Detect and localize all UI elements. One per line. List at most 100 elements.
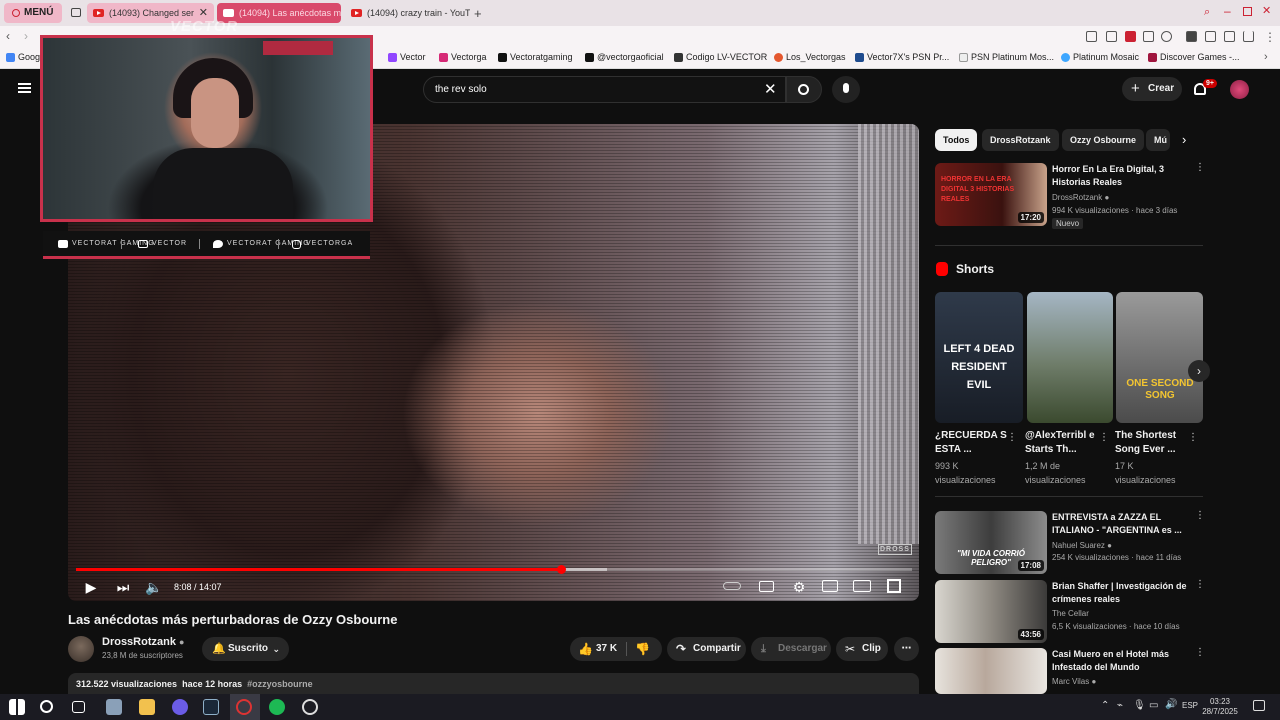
extension-icon[interactable] [1224, 31, 1235, 42]
related-title[interactable]: ENTREVISTA a ZAZZA EL ITALIANO - "ARGENT… [1052, 511, 1187, 537]
chips-next-icon[interactable]: › [1182, 132, 1186, 147]
play-icon[interactable] [1143, 31, 1154, 42]
account-avatar[interactable] [1230, 80, 1249, 99]
channel-avatar[interactable] [68, 636, 94, 662]
bookmark-los-vectorgas[interactable]: Los_Vectorgas [774, 52, 846, 62]
theater-mode-icon[interactable] [853, 580, 871, 592]
bookmark-vectorga[interactable]: Vectorga [439, 52, 487, 62]
more-options-icon[interactable]: ⋮ [1007, 433, 1017, 443]
settings-gear-icon[interactable]: ⚙ [790, 578, 808, 596]
progress-scrubber[interactable] [556, 565, 566, 574]
discord-icon[interactable] [172, 699, 188, 715]
bookmark-vectoratgaming[interactable]: Vectoratgaming [498, 52, 573, 62]
clear-search-icon[interactable]: ✕ [764, 80, 777, 98]
download-button[interactable]: ⤓ Descargar [751, 637, 831, 661]
search-button[interactable] [786, 76, 822, 103]
related-title[interactable]: Brian Shaffer | Investigación de crímene… [1052, 580, 1187, 606]
notification-center-icon[interactable] [1253, 700, 1265, 711]
shorts-next-button[interactable]: › [1188, 360, 1210, 382]
hashtag-link[interactable]: #ozzyosbourne [247, 679, 313, 689]
miniplayer-icon[interactable] [822, 580, 838, 592]
extension-icon[interactable] [1125, 31, 1136, 42]
related-thumbnail[interactable] [935, 648, 1047, 694]
obs-icon[interactable] [302, 699, 318, 715]
short-thumbnail[interactable] [1027, 292, 1113, 423]
forward-icon[interactable]: › [24, 29, 28, 43]
close-window-icon[interactable]: ✕ [1262, 4, 1271, 17]
language-indicator[interactable]: ESP [1182, 701, 1198, 710]
short-title[interactable]: The Shortest Song Ever ... [1115, 429, 1187, 457]
volume-icon[interactable]: 🔊 [1165, 699, 1177, 710]
chip-ozzy-osbourne[interactable]: Ozzy Osbourne [1062, 129, 1145, 151]
more-icon[interactable]: ⋮ [1264, 30, 1276, 44]
hamburger-menu-icon[interactable] [18, 83, 31, 93]
share-button[interactable]: ↷ Compartir [667, 637, 746, 661]
bookmark-codigo[interactable]: Codigo LV-VECTOR [674, 52, 767, 62]
workspaces-icon[interactable] [71, 8, 81, 17]
steam-icon[interactable] [203, 699, 219, 715]
bookmark-tiktok[interactable]: @vectorgaoficial [585, 52, 664, 62]
spotify-icon[interactable] [269, 699, 285, 715]
create-button[interactable]: + Crear [1122, 77, 1182, 101]
like-icon[interactable]: 👍 [578, 637, 593, 661]
more-options-icon[interactable]: ⋮ [1195, 648, 1205, 658]
search-tabs-icon[interactable]: ⌕ [1204, 6, 1210, 19]
short-title[interactable]: @AlexTerribl e Starts Th... [1025, 429, 1097, 457]
more-options-icon[interactable]: ⋮ [1195, 511, 1205, 521]
search-icon[interactable] [40, 700, 53, 713]
tab-crazy-train[interactable]: (14094) crazy train - YouT [345, 3, 470, 23]
more-options-icon[interactable]: ⋮ [1188, 433, 1198, 443]
extension-icon[interactable] [1186, 31, 1197, 42]
subtitles-icon[interactable] [759, 581, 774, 592]
more-options-icon[interactable]: ⋮ [1195, 163, 1205, 173]
fullscreen-icon[interactable] [887, 579, 901, 593]
system-clock[interactable]: 03:23 28/7/2025 [1200, 697, 1240, 717]
network-icon[interactable]: ▭ [1149, 700, 1158, 711]
channel-name[interactable]: DrossRotzank ● [102, 636, 184, 648]
download-icon[interactable] [1243, 31, 1254, 42]
back-icon[interactable]: ‹ [6, 29, 10, 43]
tray-chevron-icon[interactable]: ⌃ [1101, 700, 1109, 711]
bookmark-platinum-mosaic[interactable]: Platinum Mosaic [1061, 52, 1139, 62]
related-channel[interactable]: DrossRotzank ● [1052, 192, 1109, 204]
related-thumbnail[interactable]: "MI VIDA CORRIÓ PELIGRO" 17:08 [935, 511, 1047, 574]
autoplay-toggle[interactable] [723, 582, 741, 590]
search-input[interactable]: the rev solo ✕ [423, 76, 786, 103]
more-actions-button[interactable]: ⋯ [894, 637, 919, 661]
bookmark-psn-profile[interactable]: Vector7X's PSN Pr... [855, 52, 949, 62]
mic-icon[interactable]: 🎙 [1133, 700, 1146, 711]
volume-icon[interactable]: 🔈 [145, 578, 163, 596]
windows-start-icon[interactable] [9, 699, 25, 715]
dislike-icon[interactable]: 👎 [635, 637, 650, 661]
heart-icon[interactable] [1161, 31, 1172, 42]
like-count[interactable]: 37 K [596, 643, 617, 654]
bookmark-psn-platinum[interactable]: PSN Platinum Mos... [959, 52, 1054, 62]
task-view-icon[interactable] [72, 701, 85, 713]
short-thumbnail[interactable]: ONE SECOND SONG [1116, 292, 1203, 423]
related-title[interactable]: Horror En La Era Digital, 3 Historias Re… [1052, 163, 1187, 189]
extension-icon[interactable] [1106, 31, 1117, 42]
file-explorer-icon[interactable] [139, 699, 155, 715]
minimize-icon[interactable]: – [1224, 4, 1231, 18]
next-button[interactable]: ⏭ [114, 578, 132, 596]
new-tab-icon[interactable]: + [474, 6, 482, 21]
short-title[interactable]: ¿RECUERDA S ESTA ... [935, 429, 1007, 457]
short-thumbnail[interactable]: LEFT 4 DEAD RESIDENT EVIL [935, 292, 1023, 423]
related-channel[interactable]: Nahuel Suarez ● [1052, 540, 1112, 552]
clip-button[interactable]: ✂ Clip [836, 637, 888, 661]
voice-search-button[interactable] [832, 76, 860, 103]
browser-menu-button[interactable]: MENÚ [4, 3, 62, 23]
maximize-icon[interactable] [1243, 7, 1252, 16]
bookmarks-more-icon[interactable]: › [1264, 51, 1268, 63]
app-icon[interactable] [106, 699, 122, 715]
extensions-icon[interactable] [1205, 31, 1216, 42]
related-channel[interactable]: The Cellar [1052, 608, 1089, 620]
related-channel[interactable]: Marc Vilas ● [1052, 676, 1096, 688]
chip-drossrotzank[interactable]: DrossRotzank [982, 129, 1059, 151]
opera-icon[interactable] [236, 699, 252, 715]
related-thumbnail[interactable]: 43:56 [935, 580, 1047, 643]
bookmark-google[interactable]: Goog [6, 52, 40, 62]
tray-icon[interactable]: ⌁ [1117, 700, 1123, 711]
related-thumbnail[interactable]: HORROR EN LA ERA DIGITAL 3 HISTORIAS REA… [935, 163, 1047, 226]
chip-music[interactable]: Mú [1146, 129, 1170, 151]
